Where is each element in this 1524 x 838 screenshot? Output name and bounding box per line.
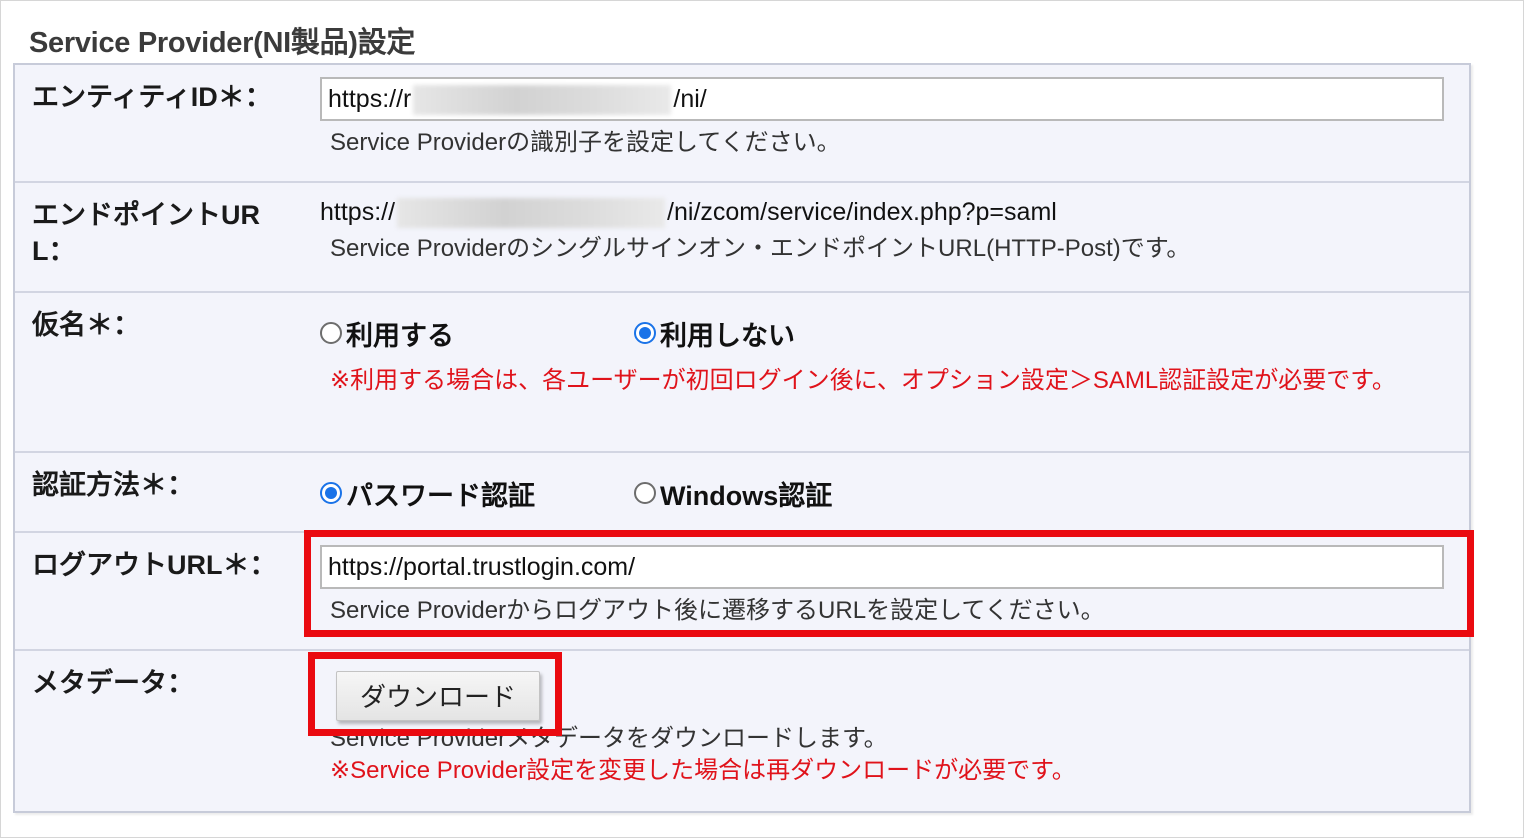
logout-url-content: https://portal.trustlogin.com/ Service P… [320, 545, 1445, 627]
endpoint-url-value-suffix: /ni/zcom/service/index.php?p=saml [667, 198, 1057, 226]
row-auth-method: 認証方法＊： パスワード認証 Windows認証 [15, 453, 1469, 533]
auth-method-label: 認証方法＊： [32, 470, 194, 500]
metadata-warning: ※Service Provider設定を変更した場合は再ダウンロードが必要です。 [330, 757, 1076, 784]
pseudonym-label: 仮名＊： [32, 310, 140, 340]
radio-checked-icon[interactable] [320, 482, 342, 504]
redacted-blur [397, 198, 666, 229]
auth-method-content: パスワード認証 Windows認証 [320, 473, 1445, 513]
radio-unchecked-icon[interactable] [320, 322, 342, 344]
entity-id-content: https://r/ni/ Service Providerの識別子を設定してく… [320, 77, 1445, 159]
auth-option-windows-label: Windows認証 [660, 480, 833, 511]
settings-panel: Service Provider(NI製品)設定 エンティティID＊： http… [0, 0, 1524, 838]
pseudonym-option-not-use-label: 利用しない [660, 320, 795, 351]
row-pseudonym: 仮名＊： 利用する 利用しない ※利用する場合は、各ユーザーが初回ログイン後に、… [15, 293, 1469, 453]
settings-table: エンティティID＊： https://r/ni/ Service Provide… [13, 63, 1471, 813]
endpoint-url-value-prefix: https:// [320, 198, 396, 226]
row-endpoint-url: エンドポイントURL： https:// /ni/zcom/service/ind… [15, 183, 1469, 293]
pseudonym-option-not-use[interactable]: 利用しない [634, 314, 795, 353]
pseudonym-radio-group: 利用する 利用しない [320, 313, 1445, 353]
auth-option-password-label: パスワード認証 [346, 480, 535, 511]
logout-url-label: ログアウトURL＊： [32, 550, 277, 580]
entity-id-help: Service Providerの識別子を設定してください。 [330, 129, 841, 156]
radio-unchecked-icon[interactable] [634, 482, 656, 504]
section-title: Service Provider(NI製品)設定 [29, 27, 416, 59]
redacted-blur [413, 85, 672, 116]
logout-url-help: Service Providerからログアウト後に遷移するURLを設定してくださ… [330, 597, 1105, 624]
radio-checked-icon[interactable] [634, 322, 656, 344]
pseudonym-option-use-label: 利用する [346, 320, 454, 351]
row-metadata: メタデータ： ダウンロード Service Providerメタデータをダウンロ… [15, 651, 1469, 811]
endpoint-url-value: https:// /ni/zcom/service/index.php?p=sam… [320, 195, 1445, 229]
endpoint-url-label: エンドポイントURL： [32, 200, 260, 266]
pseudonym-warning: ※利用する場合は、各ユーザーが初回ログイン後に、オプション設定＞SAML認証設定… [330, 367, 1396, 394]
logout-url-input[interactable]: https://portal.trustlogin.com/ [320, 545, 1444, 589]
row-entity-id: エンティティID＊： https://r/ni/ Service Provide… [15, 65, 1469, 183]
auth-option-password[interactable]: パスワード認証 [320, 474, 634, 513]
pseudonym-content: 利用する 利用しない ※利用する場合は、各ユーザーが初回ログイン後に、オプション… [320, 313, 1445, 397]
entity-id-input[interactable]: https://r/ni/ [320, 77, 1444, 121]
auth-option-windows[interactable]: Windows認証 [634, 474, 832, 513]
metadata-content: ダウンロード Service Providerメタデータをダウンロードします。 … [320, 671, 1445, 787]
row-logout-url: ログアウトURL＊： https://portal.trustlogin.com… [15, 533, 1469, 651]
metadata-help: Service Providerメタデータをダウンロードします。 [330, 725, 888, 752]
pseudonym-option-use[interactable]: 利用する [320, 314, 634, 353]
endpoint-url-content: https:// /ni/zcom/service/index.php?p=sam… [320, 195, 1445, 265]
download-button[interactable]: ダウンロード [336, 671, 540, 721]
auth-method-radio-group: パスワード認証 Windows認証 [320, 473, 1445, 513]
metadata-label: メタデータ： [32, 668, 194, 698]
entity-id-value-suffix: /ni/ [673, 85, 707, 113]
endpoint-url-help: Service Providerのシングルサインオン・エンドポイントURL(HT… [330, 235, 1191, 262]
entity-id-label: エンティティID＊： [32, 82, 272, 112]
entity-id-value-prefix: https://r [328, 85, 412, 113]
